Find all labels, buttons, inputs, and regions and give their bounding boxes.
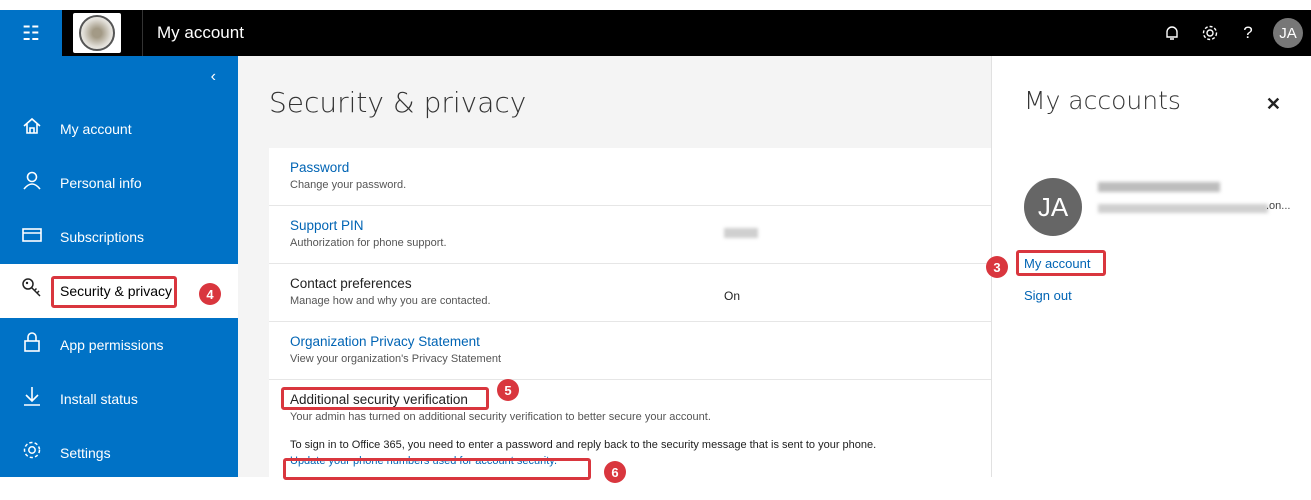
lock-icon: [8, 332, 56, 358]
row-title[interactable]: Password: [290, 160, 991, 175]
person-icon: [8, 170, 56, 196]
row-title: Contact preferences: [290, 276, 412, 291]
sidebar-item-label: App permissions: [60, 337, 164, 353]
row-subtitle: View your organization's Privacy Stateme…: [290, 353, 501, 365]
help-icon[interactable]: ?: [1229, 10, 1267, 56]
step-badge-3: 3: [986, 256, 1008, 278]
list-item-privacy-statement[interactable]: Organization Privacy Statement View your…: [269, 322, 991, 380]
row-title[interactable]: Organization Privacy Statement: [290, 334, 991, 349]
logo: [72, 10, 122, 56]
row-subtitle: Change your password.: [290, 179, 407, 191]
pane-title: My accounts: [1024, 86, 1181, 115]
settings-list: Password Change your password. Support P…: [269, 148, 991, 500]
app-title[interactable]: My account: [157, 23, 244, 43]
sign-out-link[interactable]: Sign out: [1024, 288, 1072, 303]
step-badge-4: 4: [199, 283, 221, 305]
email-suffix: .on...: [1266, 200, 1291, 212]
highlight-my-account: [1016, 250, 1106, 276]
sidebar-item-label: Settings: [60, 445, 111, 461]
list-item-contact-preferences[interactable]: Contact preferences Manage how and why y…: [269, 264, 991, 322]
sidebar-item-settings[interactable]: Settings: [0, 426, 238, 480]
home-icon: [8, 116, 56, 142]
gear-icon: [8, 440, 56, 466]
sidebar-item-personal-info[interactable]: Personal info: [0, 156, 238, 210]
close-icon[interactable]: ✕: [1266, 94, 1281, 115]
app-launcher-icon[interactable]: ☷: [0, 10, 62, 56]
download-icon: [8, 386, 56, 412]
redacted-name: [1098, 182, 1220, 192]
step-badge-5: 5: [497, 379, 519, 401]
redacted-pin: [724, 228, 758, 238]
sidebar-item-my-account[interactable]: My account: [0, 102, 238, 156]
header-divider: [142, 10, 143, 56]
bell-icon[interactable]: [1153, 10, 1191, 56]
suite-header: ☷ My account ? JA: [0, 10, 1311, 56]
state-seal-logo: [73, 13, 121, 53]
list-item-support-pin[interactable]: Support PIN Authorization for phone supp…: [269, 206, 991, 264]
sidebar: ‹ My account Personal info Subscriptions…: [0, 56, 238, 477]
sidebar-item-label: Install status: [60, 391, 138, 407]
sidebar-item-subscriptions[interactable]: Subscriptions: [0, 210, 238, 264]
card-icon: [8, 226, 56, 249]
highlight-security-privacy: [51, 276, 177, 308]
redacted-email: [1098, 204, 1268, 213]
list-item-password[interactable]: Password Change your password.: [269, 148, 991, 206]
sidebar-item-app-permissions[interactable]: App permissions: [0, 318, 238, 372]
step-badge-6: 6: [604, 461, 626, 483]
collapse-icon[interactable]: ‹: [211, 68, 216, 86]
row-subtitle: Authorization for phone support.: [290, 237, 447, 249]
avatar[interactable]: JA: [1273, 18, 1303, 48]
header-icons: ? JA: [1153, 10, 1311, 56]
highlight-security-verification: [281, 387, 489, 410]
row-subtitle: Your admin has turned on additional secu…: [290, 411, 711, 423]
main-content: Security & privacy Password Change your …: [238, 56, 991, 500]
key-icon: [8, 277, 56, 305]
sidebar-item-install-status[interactable]: Install status: [0, 372, 238, 426]
sidebar-item-label: Subscriptions: [60, 229, 145, 245]
row-note: To sign in to Office 365, you need to en…: [290, 439, 877, 451]
row-value: On: [724, 289, 741, 303]
gear-icon[interactable]: [1191, 10, 1229, 56]
row-subtitle: Manage how and why you are contacted.: [290, 295, 491, 307]
avatar: JA: [1024, 178, 1082, 236]
page-title: Security & privacy: [269, 86, 527, 119]
row-title[interactable]: Support PIN: [290, 218, 991, 233]
sidebar-item-label: My account: [60, 121, 132, 137]
sidebar-item-label: Personal info: [60, 175, 142, 191]
